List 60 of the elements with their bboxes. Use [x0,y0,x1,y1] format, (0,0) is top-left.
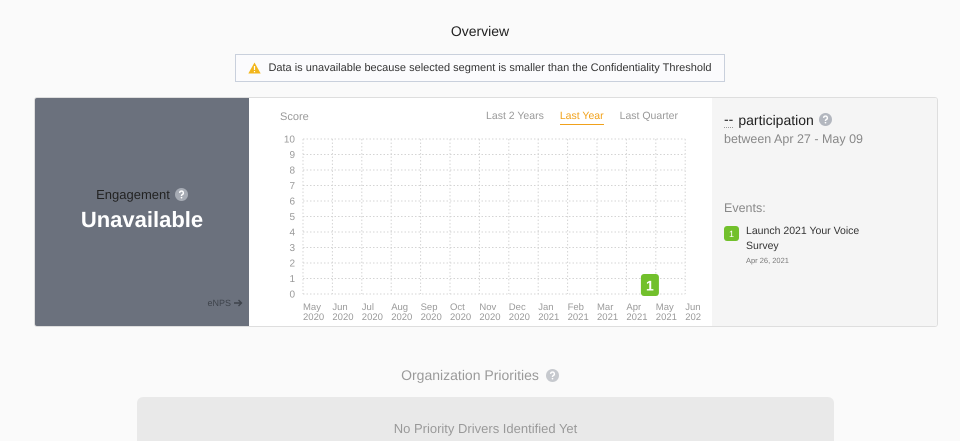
help-icon[interactable] [174,188,188,201]
arrow-icon [234,299,243,307]
date-range: between Apr 27 - May 09 [724,132,864,146]
axis-label: 2020 [508,312,530,323]
axis-label: 2020 [450,312,472,323]
axis-label: 9 [289,150,295,161]
axis-label: Feb [568,302,584,313]
axis-label: Nov [479,302,496,313]
axis-label: 202 [685,312,702,323]
axis-label: May [303,302,321,313]
axis-label: 2021 [568,312,589,323]
event-title[interactable]: Launch 2021 Your Voice Survey [746,224,871,254]
range-tab[interactable]: Last Quarter [620,110,678,125]
axis-label: 1 [289,274,295,285]
participation-label: participation [738,112,814,128]
event-badge: 1 [724,226,739,241]
axis-label: Dec [508,302,526,313]
axis-label: Aug [391,302,408,313]
axis-label: Jul [362,302,374,313]
chart-title: Score [280,111,309,123]
axis-label: 10 [284,134,295,146]
axis-label: Jan [538,302,554,313]
empty-message: No Priority Drivers Identified Yet [394,421,578,436]
axis-label: 2020 [332,312,354,323]
engagement-value: Unavailable [80,207,204,233]
axis-label: 2021 [656,312,677,323]
axis-label: 5 [289,212,295,223]
axis-label: 2 [289,258,295,270]
axis-label: 2020 [479,312,501,323]
help-icon[interactable] [818,113,832,126]
events-heading: Events: [724,201,767,215]
axis-label: May [656,302,674,313]
alert-text: Data is unavailable because selected segment is smaller than the Confidentiality Threshold [268,62,712,74]
axis-label: Jun [685,302,701,313]
axis-label: 7 [289,181,295,192]
axis-label: 2021 [597,312,618,323]
event-marker[interactable]: 1 [640,274,659,296]
page-title: Overview [450,22,510,41]
axis-label: 4 [289,228,295,238]
warning-icon [248,62,262,74]
axis-label: 2020 [391,312,412,323]
participation-value: -- [724,111,734,128]
axis-label: Jun [332,302,348,313]
axis-label: 2021 [626,312,648,323]
axis-label: Sep [420,302,438,313]
section-title: Organization Priorities [401,367,539,383]
axis-label: 0 [289,290,295,300]
axis-label: 2021 [538,312,560,323]
axis-label: 2020 [420,312,442,323]
engagement-label: Engagement [96,187,170,202]
axis-label: 8 [289,166,295,176]
axis-label: 2020 [303,312,324,323]
axis-label: Oct [450,302,465,313]
range-tab[interactable]: Last 2 Years [486,110,544,125]
axis-label: Apr [626,302,642,313]
axis-label: 6 [289,196,295,208]
axis-label: 2020 [362,312,383,323]
range-tab[interactable]: Last Year [560,110,604,125]
axis-label: 3 [289,243,295,254]
axis-label: Mar [597,302,614,313]
